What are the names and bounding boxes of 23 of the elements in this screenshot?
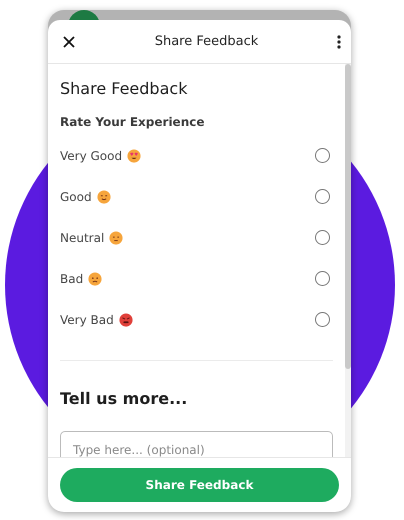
rating-option-label: Very Good: [60, 148, 122, 162]
rating-option-label: Very Bad: [60, 312, 114, 326]
radio-button[interactable]: [315, 312, 330, 327]
header-title: Share Feedback: [154, 34, 258, 49]
section-heading: Tell us more...: [60, 389, 188, 408]
rating-option-label: Good: [60, 190, 92, 204]
rating-label: Rate Your Experience: [60, 115, 206, 129]
share-feedback-button[interactable]: Share Feedback: [60, 468, 339, 502]
scrollbar-thumb[interactable]: [345, 64, 351, 369]
radio-button[interactable]: [315, 189, 330, 204]
radio-button[interactable]: [315, 230, 330, 245]
rating-option-label: Bad: [60, 272, 84, 286]
radio-button[interactable]: [315, 271, 330, 286]
form-heading: Share Feedback: [60, 79, 188, 98]
emoji-icon: [127, 148, 142, 162]
emoji-icon: [118, 312, 133, 326]
emoji-icon: [88, 272, 102, 286]
radio-button[interactable]: [315, 148, 330, 163]
rating-option-label: Neutral: [60, 230, 104, 244]
more-menu-button[interactable]: [335, 32, 343, 50]
emoji-icon: [109, 230, 124, 244]
emoji-icon: [96, 190, 111, 204]
comment-field[interactable]: Type here... (optional): [60, 431, 333, 457]
